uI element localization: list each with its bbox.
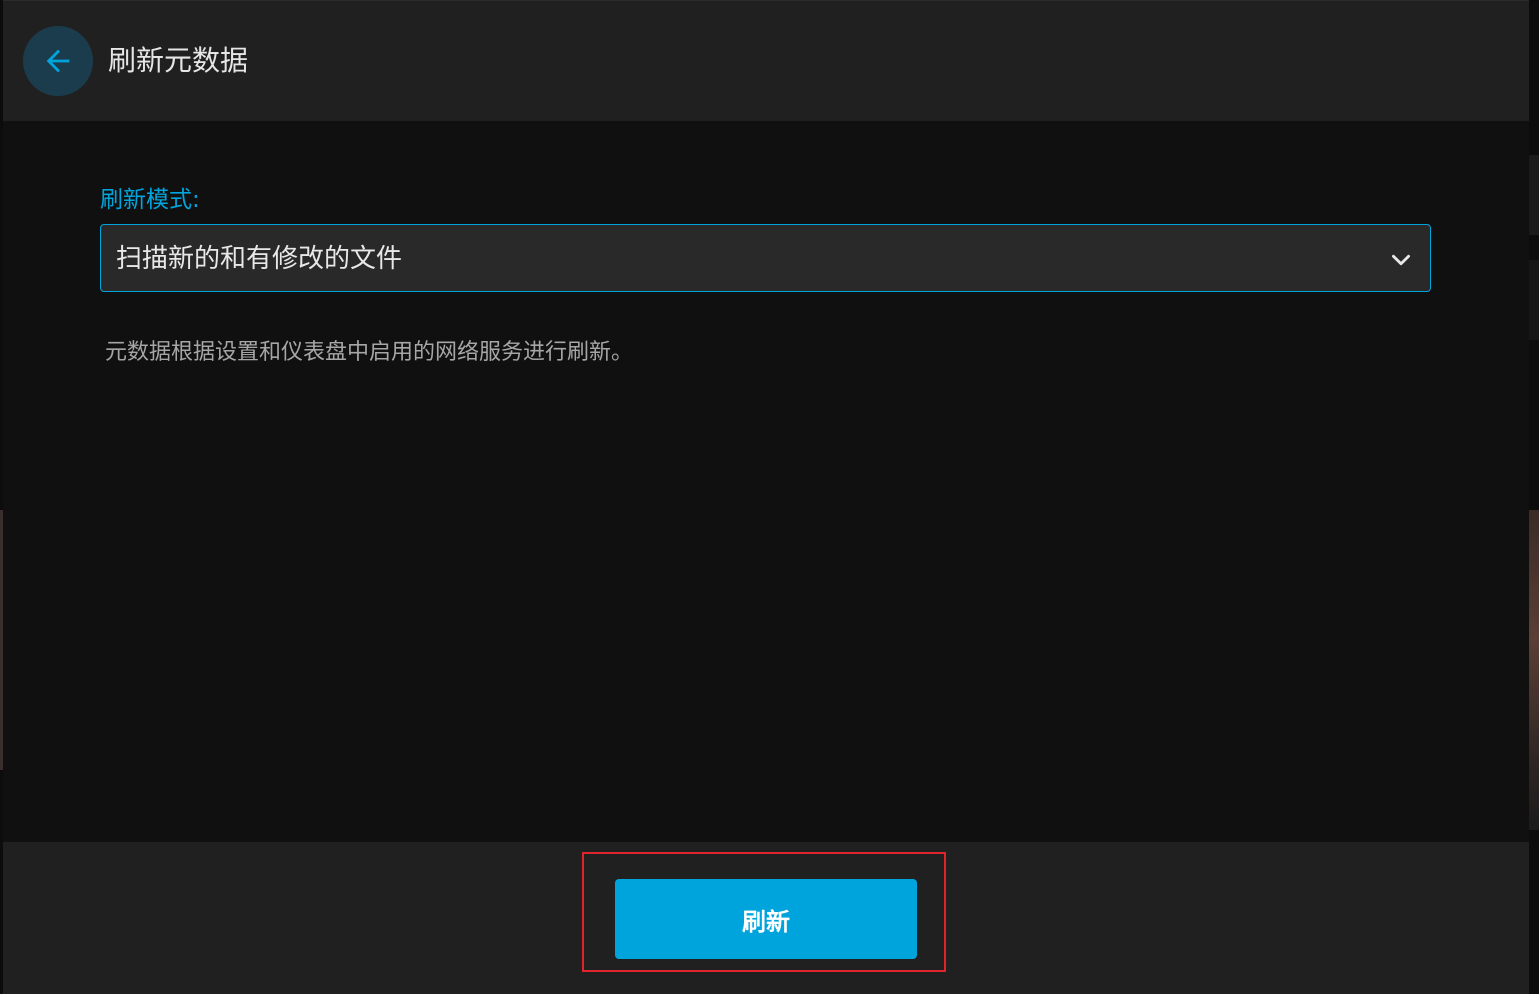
dialog-footer: 刷新 bbox=[3, 842, 1529, 994]
background-page-strip bbox=[1529, 155, 1539, 235]
background-image-strip bbox=[1529, 510, 1539, 830]
background-page-strip bbox=[1529, 260, 1539, 340]
refresh-metadata-dialog: 刷新元数据 刷新模式: 扫描新的和有修改的文件 元数据根据设置和仪表盘中启用的网… bbox=[3, 0, 1529, 994]
refresh-mode-selected-value: 扫描新的和有修改的文件 bbox=[116, 244, 403, 274]
dialog-content: 刷新模式: 扫描新的和有修改的文件 元数据根据设置和仪表盘中启用的网络服务进行刷… bbox=[3, 121, 1529, 842]
refresh-button[interactable]: 刷新 bbox=[615, 879, 917, 959]
dialog-title: 刷新元数据 bbox=[108, 44, 249, 77]
back-button[interactable] bbox=[23, 26, 93, 96]
arrow-left-icon bbox=[46, 49, 70, 73]
refresh-mode-label: 刷新模式: bbox=[100, 187, 200, 213]
dialog-header: 刷新元数据 bbox=[3, 0, 1529, 121]
page: 刷新元数据 刷新模式: 扫描新的和有修改的文件 元数据根据设置和仪表盘中启用的网… bbox=[0, 0, 1539, 994]
refresh-mode-description: 元数据根据设置和仪表盘中启用的网络服务进行刷新。 bbox=[105, 340, 634, 365]
chevron-down-icon bbox=[1392, 254, 1410, 266]
refresh-mode-select[interactable]: 扫描新的和有修改的文件 bbox=[100, 224, 1431, 292]
